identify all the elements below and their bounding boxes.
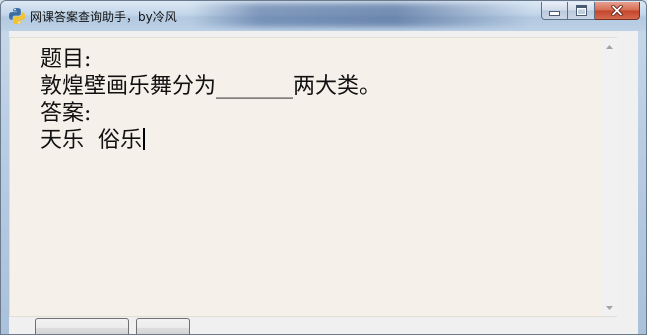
close-icon bbox=[611, 5, 623, 16]
client-area: 题目: 敦煌壁画乐舞分为_______两大类。 答案: 天乐 俗乐 bbox=[9, 31, 638, 334]
scroll-up-button[interactable] bbox=[601, 38, 618, 55]
result-text: 题目: 敦煌壁画乐舞分为_______两大类。 答案: 天乐 俗乐 bbox=[40, 46, 381, 154]
minimize-button[interactable] bbox=[541, 2, 568, 20]
answer-text: 天乐 俗乐 bbox=[40, 128, 142, 153]
maximize-icon bbox=[575, 5, 587, 16]
title-bar-glass bbox=[191, 3, 531, 27]
answer-label: 答案: bbox=[40, 101, 92, 126]
minimize-icon bbox=[549, 11, 560, 16]
close-button[interactable] bbox=[595, 2, 640, 20]
python-icon bbox=[9, 8, 25, 24]
app-window: 网课答案查询助手，by冷风 题目: 敦煌壁画乐舞分为_______两大类。 答案: 天… bbox=[0, 0, 647, 335]
result-textarea[interactable]: 题目: 敦煌壁画乐舞分为_______两大类。 答案: 天乐 俗乐 bbox=[9, 37, 617, 317]
bottom-button-left[interactable] bbox=[35, 318, 129, 334]
text-cursor bbox=[143, 128, 145, 150]
question-text: 敦煌壁画乐舞分为_______两大类。 bbox=[40, 74, 382, 99]
scroll-down-button[interactable] bbox=[601, 299, 618, 316]
question-label: 题目: bbox=[40, 47, 92, 72]
caption-buttons bbox=[541, 2, 640, 22]
maximize-button[interactable] bbox=[568, 2, 595, 20]
window-title: 网课答案查询助手，by冷风 bbox=[30, 10, 177, 24]
title-bar[interactable]: 网课答案查询助手，by冷风 bbox=[1, 1, 646, 31]
arrow-down-icon bbox=[606, 305, 613, 310]
answer-line: 天乐 俗乐 bbox=[40, 127, 381, 154]
vertical-scrollbar[interactable] bbox=[601, 38, 618, 316]
bottom-button-right[interactable] bbox=[136, 318, 190, 334]
arrow-up-icon bbox=[606, 44, 613, 49]
